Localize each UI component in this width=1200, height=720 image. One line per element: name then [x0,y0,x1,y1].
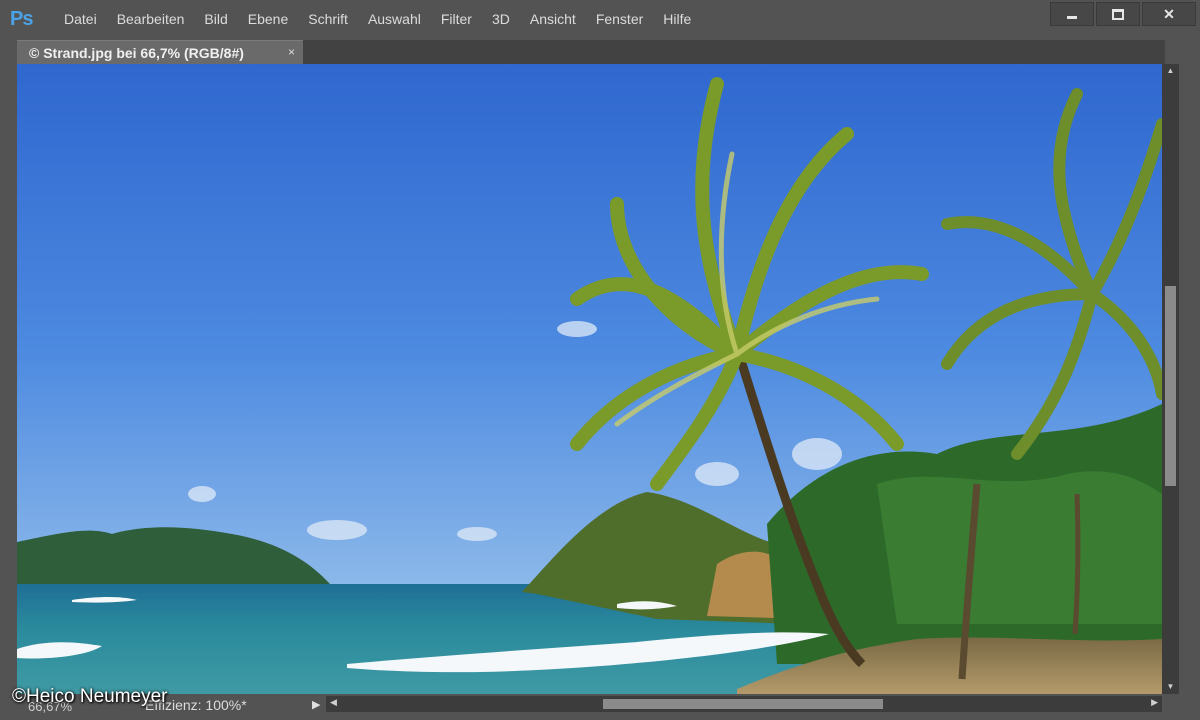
beach-photo [17,64,1162,694]
copyright-watermark: ©Heico Neumeyer [12,686,168,707]
maximize-button[interactable] [1096,2,1140,26]
vertical-scrollbar[interactable]: ▲ ▼ [1162,64,1179,694]
scroll-up-icon[interactable]: ▲ [1162,64,1179,78]
menu-auswahl[interactable]: Auswahl [358,0,431,38]
horizontal-scroll-thumb[interactable] [603,699,883,709]
menu-bar: Ps Datei Bearbeiten Bild Ebene Schrift A… [0,0,1200,38]
menu-bearbeiten[interactable]: Bearbeiten [107,0,195,38]
document-canvas[interactable] [17,64,1162,694]
document-tab[interactable]: © Strand.jpg bei 66,7% (RGB/8#) × [17,40,303,64]
jungle-highlight [877,471,1162,624]
minimize-button[interactable] [1050,2,1094,26]
scroll-right-icon[interactable]: ▶ [1151,697,1158,708]
status-bar: 66,67% Effizienz: 100%* ▶ ◀ ▶ [0,694,1200,720]
menu-filter[interactable]: Filter [431,0,482,38]
menu-schrift[interactable]: Schrift [298,0,358,38]
status-menu-arrow-icon[interactable]: ▶ [312,698,320,711]
document-tab-title: © Strand.jpg bei 66,7% (RGB/8#) [29,44,244,61]
window-controls: ✕ [1050,2,1196,26]
menu-ansicht[interactable]: Ansicht [520,0,586,38]
scroll-down-icon[interactable]: ▼ [1162,680,1179,694]
menu-datei[interactable]: Datei [54,0,107,38]
tab-close-icon[interactable]: × [288,45,295,59]
minimize-icon [1067,15,1077,19]
photoshop-logo: Ps [10,8,33,30]
menu-3d[interactable]: 3D [482,0,520,38]
scroll-left-icon[interactable]: ◀ [330,697,337,708]
close-icon: ✕ [1163,5,1175,22]
tree-trunk-3 [1072,493,1081,635]
menu-fenster[interactable]: Fenster [586,0,653,38]
menu-bild[interactable]: Bild [194,0,237,38]
menu-ebene[interactable]: Ebene [238,0,298,38]
vertical-scroll-thumb[interactable] [1165,286,1176,486]
menu-hilfe[interactable]: Hilfe [653,0,701,38]
horizontal-scrollbar[interactable]: ◀ ▶ [326,696,1162,712]
close-window-button[interactable]: ✕ [1142,2,1196,26]
document-tab-strip: © Strand.jpg bei 66,7% (RGB/8#) × [17,40,1165,64]
maximize-icon [1112,8,1124,20]
